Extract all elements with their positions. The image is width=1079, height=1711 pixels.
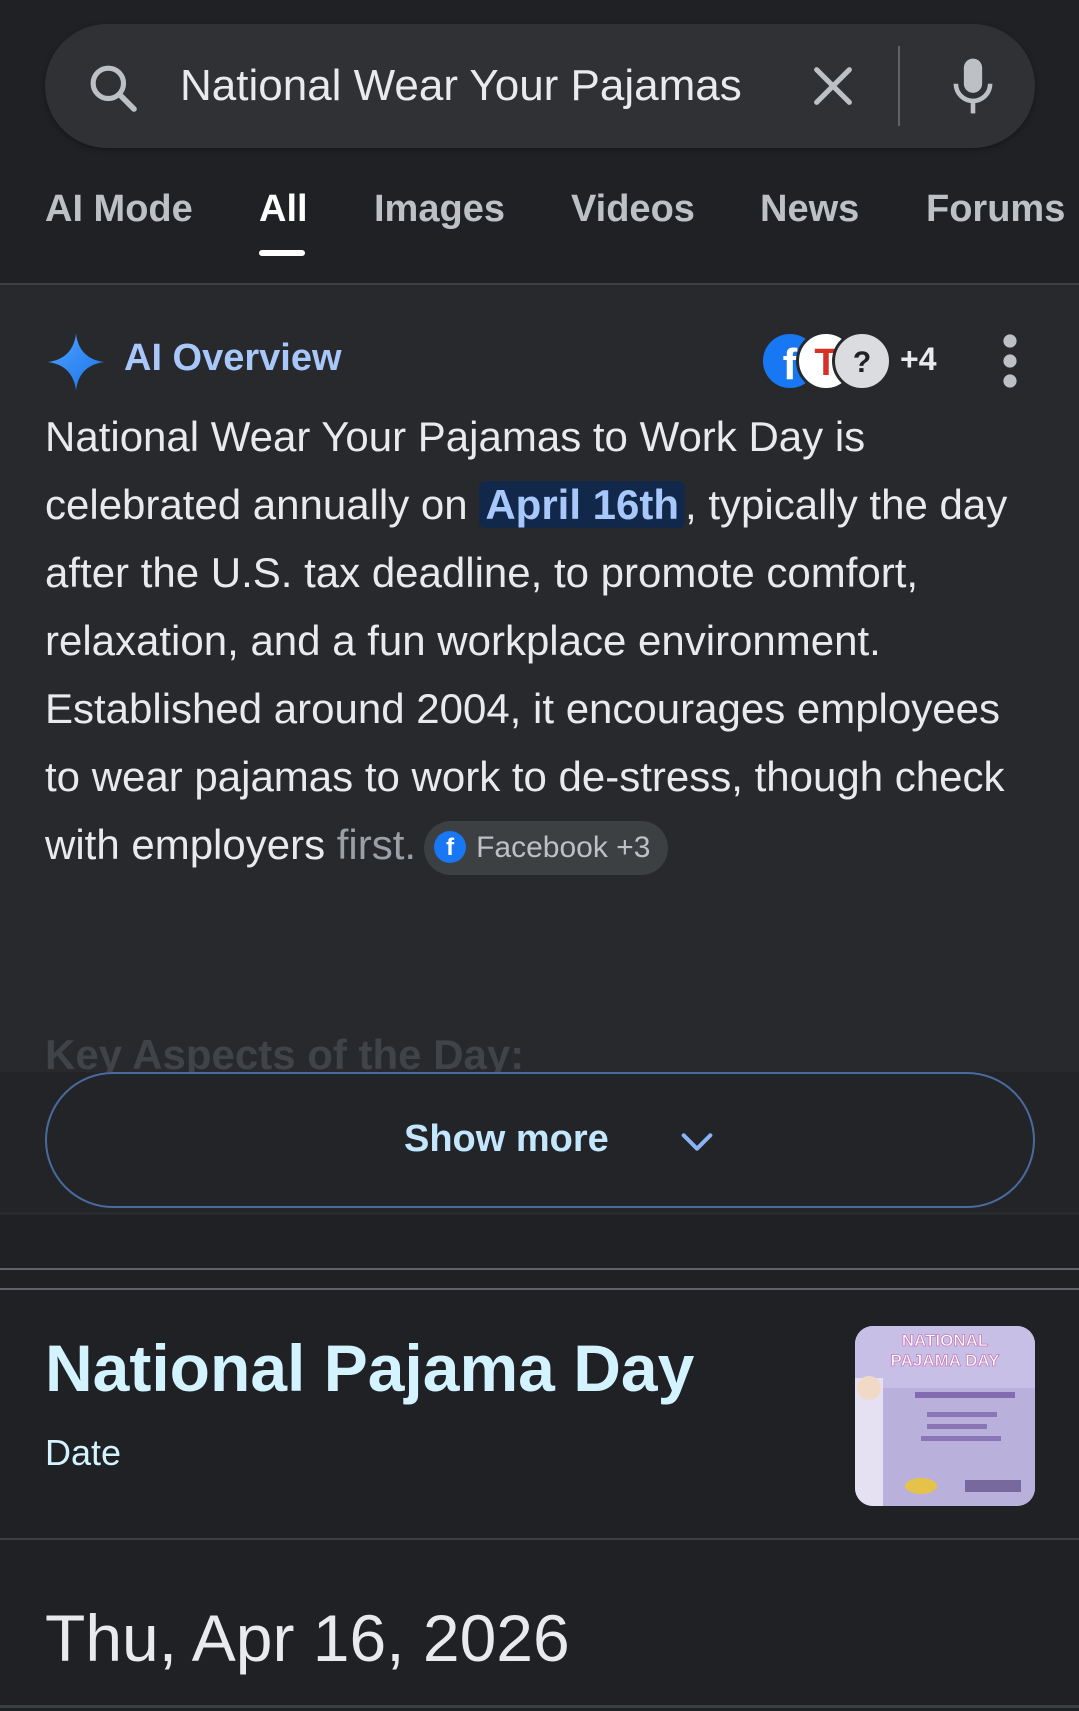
- tab-videos[interactable]: Videos: [571, 188, 695, 231]
- search-bar[interactable]: National Wear Your Pajamas: [45, 24, 1035, 148]
- tab-news[interactable]: News: [760, 188, 859, 231]
- section-divider: [0, 1268, 1079, 1270]
- mic-icon[interactable]: [945, 54, 1001, 118]
- event-date: Thu, Apr 16, 2026: [45, 1601, 570, 1675]
- ai-overview-text: National Wear Your Pajamas to Work Day i…: [45, 403, 1035, 879]
- ai-overview: AI Overview f T ? +4 National Wear Your …: [0, 285, 1079, 1215]
- search-icon[interactable]: [85, 60, 141, 116]
- thumbnail-title: NATIONAL: [902, 1331, 989, 1350]
- knowledge-card-title[interactable]: National Pajama Day: [45, 1330, 694, 1406]
- source-chip-label: Facebook +3: [476, 830, 651, 864]
- source-chip[interactable]: f Facebook +3: [424, 820, 669, 875]
- facebook-icon: f: [434, 830, 467, 863]
- chevron-down-icon: [681, 1133, 713, 1151]
- section-divider: [0, 1705, 1079, 1708]
- sparkle-icon: [47, 333, 105, 391]
- ai-text-part-3: first.: [336, 821, 417, 868]
- search-input[interactable]: National Wear Your Pajamas: [180, 56, 810, 116]
- search-results-page: National Wear Your Pajamas AI Mode All I…: [0, 0, 1079, 1711]
- date-highlight: April 16th: [479, 481, 686, 528]
- close-icon[interactable]: [805, 58, 861, 114]
- show-more-label: Show more: [404, 1118, 609, 1160]
- more-vert-icon[interactable]: [995, 331, 1025, 391]
- search-tabs: AI Mode All Images Videos News Forums: [0, 178, 1079, 283]
- sources-more-count[interactable]: +4: [900, 341, 936, 378]
- active-tab-indicator: [259, 250, 305, 256]
- show-more-area: Show more: [0, 1072, 1079, 1212]
- knowledge-card-subtitle: Date: [45, 1432, 122, 1473]
- thumbnail-title-2: PAJAMA DAY: [891, 1351, 1001, 1370]
- section-divider: [0, 1288, 1079, 1290]
- pajama-day-poster-image: NATIONAL PAJAMA DAY: [855, 1326, 1035, 1506]
- source-question-icon: ?: [832, 331, 892, 391]
- tab-ai-mode[interactable]: AI Mode: [45, 188, 193, 231]
- source-avatars[interactable]: f T ?: [760, 327, 900, 393]
- section-divider: [0, 1538, 1079, 1540]
- ai-overview-title: AI Overview: [124, 337, 342, 379]
- search-divider: [898, 46, 900, 126]
- tab-images[interactable]: Images: [374, 188, 505, 231]
- ai-text-part-2: , typically the day after the U.S. tax d…: [45, 481, 1008, 868]
- knowledge-card-thumbnail[interactable]: NATIONAL PAJAMA DAY: [855, 1326, 1035, 1506]
- tab-all[interactable]: All: [259, 188, 308, 231]
- tab-forums[interactable]: Forums: [926, 188, 1065, 231]
- show-more-button[interactable]: Show more: [45, 1072, 1035, 1208]
